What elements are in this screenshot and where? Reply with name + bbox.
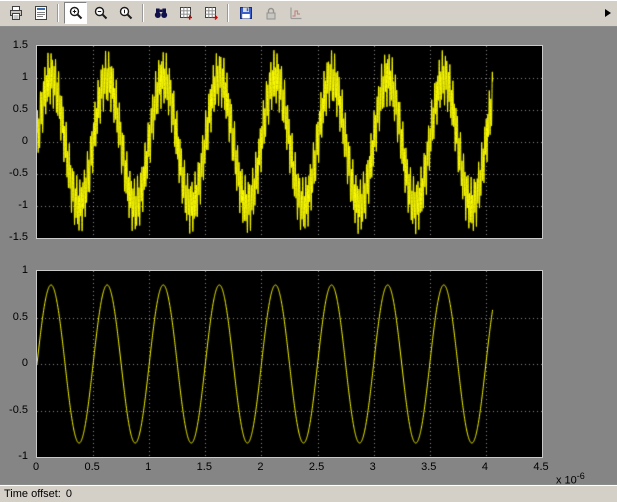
x-axis-tick-label: 3 xyxy=(369,461,376,473)
zoom-y-icon xyxy=(119,6,132,20)
y-axis-ticks-bottom: 1 0.5 0 -0.5 -1 xyxy=(0,264,33,462)
parameters-icon xyxy=(34,6,47,20)
x-axis-tick-label: 2 xyxy=(257,461,264,473)
y-axis-tick-label: 0.5 xyxy=(12,103,28,115)
floppy-icon xyxy=(239,7,252,19)
parameters-button[interactable] xyxy=(29,2,52,24)
scope-window: 1.5 1 0.5 0 -0.5 -1 -1.5 1 0.5 0 -0.5 -1 0 0.5 1 1.5 2… xyxy=(0,0,617,502)
x-axis-tick-label: 0 xyxy=(32,461,40,473)
figure-area: 1.5 1 0.5 0 -0.5 -1 -1.5 1 0.5 0 -0.5 -1 0 0.5 1 1.5 2… xyxy=(0,27,617,487)
y-axis-tick-label: -1.5 xyxy=(9,231,28,243)
scope-display-top[interactable] xyxy=(36,45,543,239)
x-axis-tick-label: 1 xyxy=(145,461,152,473)
x-scale-exponent: -6 xyxy=(576,471,585,481)
zoom-icon xyxy=(69,6,82,20)
zoom-x-axis-button[interactable] xyxy=(89,2,112,24)
x-axis-tick-label: 4.5 xyxy=(533,461,549,473)
signal-selection-button[interactable] xyxy=(284,2,307,24)
signal-selection-icon xyxy=(289,7,301,20)
binoculars-icon xyxy=(154,8,167,18)
lock-axes-button[interactable] xyxy=(259,2,282,24)
toolbar-separator xyxy=(227,4,229,22)
status-bar: Time offset: 0 xyxy=(0,484,617,502)
x-axis-tick-label: 3.5 xyxy=(421,461,437,473)
y-axis-tick-label: -0.5 xyxy=(9,403,28,416)
print-button[interactable] xyxy=(4,2,27,24)
x-axis-tick-label: 1.5 xyxy=(196,461,212,473)
zoom-x-icon xyxy=(94,6,107,20)
y-axis-tick-label: 1.5 xyxy=(12,39,28,51)
y-axis-tick-label: -1 xyxy=(18,450,28,462)
y-axis-tick-label: 0 xyxy=(21,135,28,147)
x-axis-tick-label: 2.5 xyxy=(308,461,325,473)
autoscale-button[interactable] xyxy=(149,2,172,24)
toolbar-overflow-arrow[interactable] xyxy=(605,9,611,17)
floating-scope-button[interactable] xyxy=(234,2,257,24)
y-axis-tick-label: -0.5 xyxy=(9,167,28,179)
print-icon xyxy=(9,6,22,20)
x-axis-tick-label: 0.5 xyxy=(84,461,100,473)
toolbar-separator xyxy=(57,4,59,22)
y-axis-tick-label: 0.5 xyxy=(12,310,28,323)
y-axis-tick-label: -1 xyxy=(18,199,28,211)
lock-icon xyxy=(266,7,275,20)
restore-axes-icon xyxy=(204,7,218,20)
restore-axes-settings-button[interactable] xyxy=(199,2,222,24)
x-axis-tick-label: 4 xyxy=(481,461,488,473)
toolbar-separator xyxy=(142,4,144,22)
x-axis-ticks: 0 0.5 1 1.5 2 2.5 3 3.5 4 4.5 xyxy=(32,460,549,474)
toolbar xyxy=(0,0,617,27)
save-axes-settings-button[interactable] xyxy=(174,2,197,24)
time-offset-label: Time offset: xyxy=(4,487,61,500)
y-axis-tick-label: 1 xyxy=(21,264,28,276)
scope-display-bottom[interactable] xyxy=(36,270,543,458)
zoom-button[interactable] xyxy=(64,2,87,24)
y-axis-ticks-top: 1.5 1 0.5 0 -0.5 -1 -1.5 xyxy=(0,39,33,243)
time-offset-value: 0 xyxy=(65,487,72,500)
save-axes-icon xyxy=(179,7,192,20)
y-axis-tick-label: 1 xyxy=(21,71,28,83)
zoom-y-axis-button[interactable] xyxy=(114,2,137,24)
y-axis-tick-label: 0 xyxy=(21,357,28,369)
